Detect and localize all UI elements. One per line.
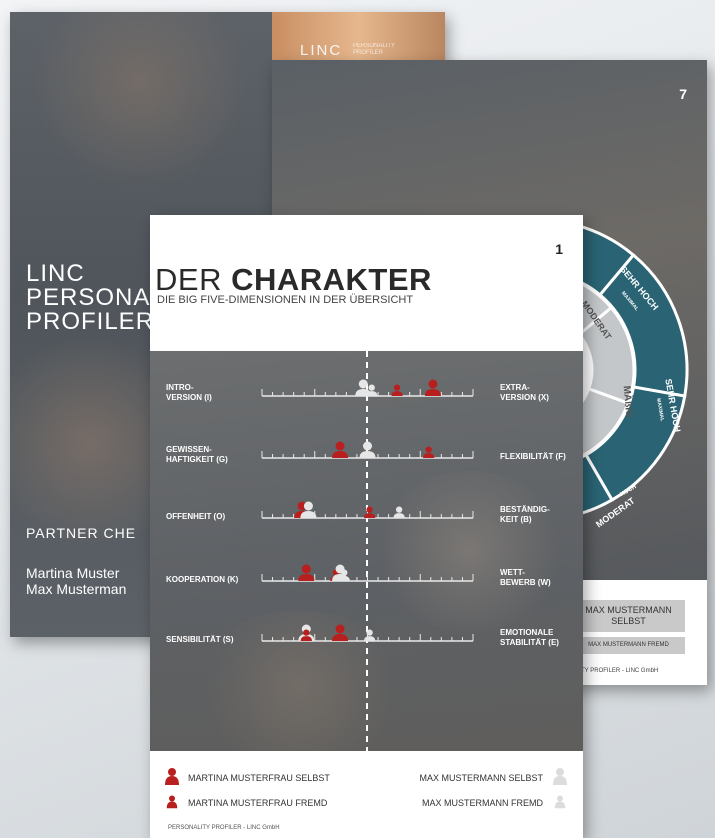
page-title: DER CHARAKTER	[155, 262, 432, 298]
person-icon	[554, 795, 566, 809]
marker-max-fremd-icon	[364, 629, 376, 641]
marker-martina-fremd-icon	[364, 506, 376, 518]
photo-strip	[272, 12, 445, 67]
page-subtitle: DIE BIG FIVE-DIMENSIONEN IN DER ÜBERSICH…	[157, 294, 414, 306]
dimension-label-right: BESTÄNDIG- KEIT (B)	[500, 505, 550, 524]
legend-max-fremd: MAX MUSTERMANN FREMD	[422, 798, 543, 808]
marker-max-fremd-icon	[393, 506, 405, 518]
dimension-label-left: OFFENHEIT (O)	[166, 512, 226, 521]
dimension-label-left: SENSIBILITÄT (S)	[166, 635, 234, 644]
brand-tagline: PERSONALITY PROFILER	[353, 43, 395, 56]
dimension-label-left: KOOPERATION (K)	[166, 575, 239, 584]
page-footer: ALITY PROFILER - LINC GmbH	[572, 668, 659, 674]
dimension-scales	[261, 351, 474, 751]
photo-background	[30, 12, 250, 192]
page-footer: PERSONALITY PROFILER - LINC GmbH	[168, 825, 280, 831]
dimension-label-right: EXTRA- VERSION (X)	[500, 383, 549, 402]
marker-martina-fremd-icon	[391, 384, 403, 396]
legend-max-selbst: MAX MUSTERMANN SELBST	[572, 600, 685, 632]
cover-title-line: PERSONA	[26, 284, 151, 311]
marker-martina-selbst-icon	[424, 379, 441, 396]
title-bold: CHARAKTER	[231, 262, 432, 297]
cover-subtitle: PARTNER CHE	[26, 525, 137, 541]
page-number: 1	[555, 241, 563, 257]
brand-logo: LINC	[300, 42, 343, 59]
cover-title-line: LINC	[26, 260, 85, 287]
dimension-label-left: GEWISSEN- HAFTIGKEIT (G)	[166, 445, 228, 464]
cover-title: LINC PERSONA PROFILER	[26, 262, 154, 334]
marker-max-selbst-icon	[359, 441, 376, 458]
person-icon	[165, 768, 179, 785]
cover-names: Martina Muster Max Musterman	[26, 565, 126, 597]
dimension-label-right: EMOTIONALE STABILITÄT (E)	[500, 628, 559, 647]
dimensions-panel: INTRO- VERSION (I) EXTRA- VERSION (X) GEWISS…	[150, 351, 583, 761]
legend-martina-fremd: MARTINA MUSTERFRAU FREMD	[188, 798, 328, 808]
front-page: 1 DER CHARAKTER DIE BIG FIVE-DIMENSIONEN…	[150, 215, 583, 838]
person-icon	[553, 768, 567, 785]
legend-martina-selbst: MARTINA MUSTERFRAU SELBST	[188, 773, 330, 783]
cover-title-line: PROFILER	[26, 308, 155, 335]
dimension-label-right: WETT- BEWERB (W)	[500, 568, 551, 587]
person-icon	[166, 795, 178, 809]
page-header: 1 DER CHARAKTER DIE BIG FIVE-DIMENSIONEN…	[150, 215, 583, 351]
legend-max-fremd: MAX MUSTERMANN FREMD	[572, 637, 685, 654]
title-light: DER	[155, 262, 232, 297]
marker-martina-selbst-icon	[332, 441, 349, 458]
marker-martina-selbst-icon	[332, 624, 349, 641]
legend-max-selbst: MAX MUSTERMANN SELBST	[419, 773, 543, 783]
cover-name: Martina Muster	[26, 565, 120, 581]
marker-martina-fremd-icon	[423, 446, 435, 458]
dimension-label-left: INTRO- VERSION (I)	[166, 383, 212, 402]
dimension-label-right: FLEXIBILITÄT (F)	[500, 452, 566, 461]
cover-name: Max Musterman	[26, 581, 127, 597]
marker-martina-selbst-icon	[298, 564, 315, 581]
